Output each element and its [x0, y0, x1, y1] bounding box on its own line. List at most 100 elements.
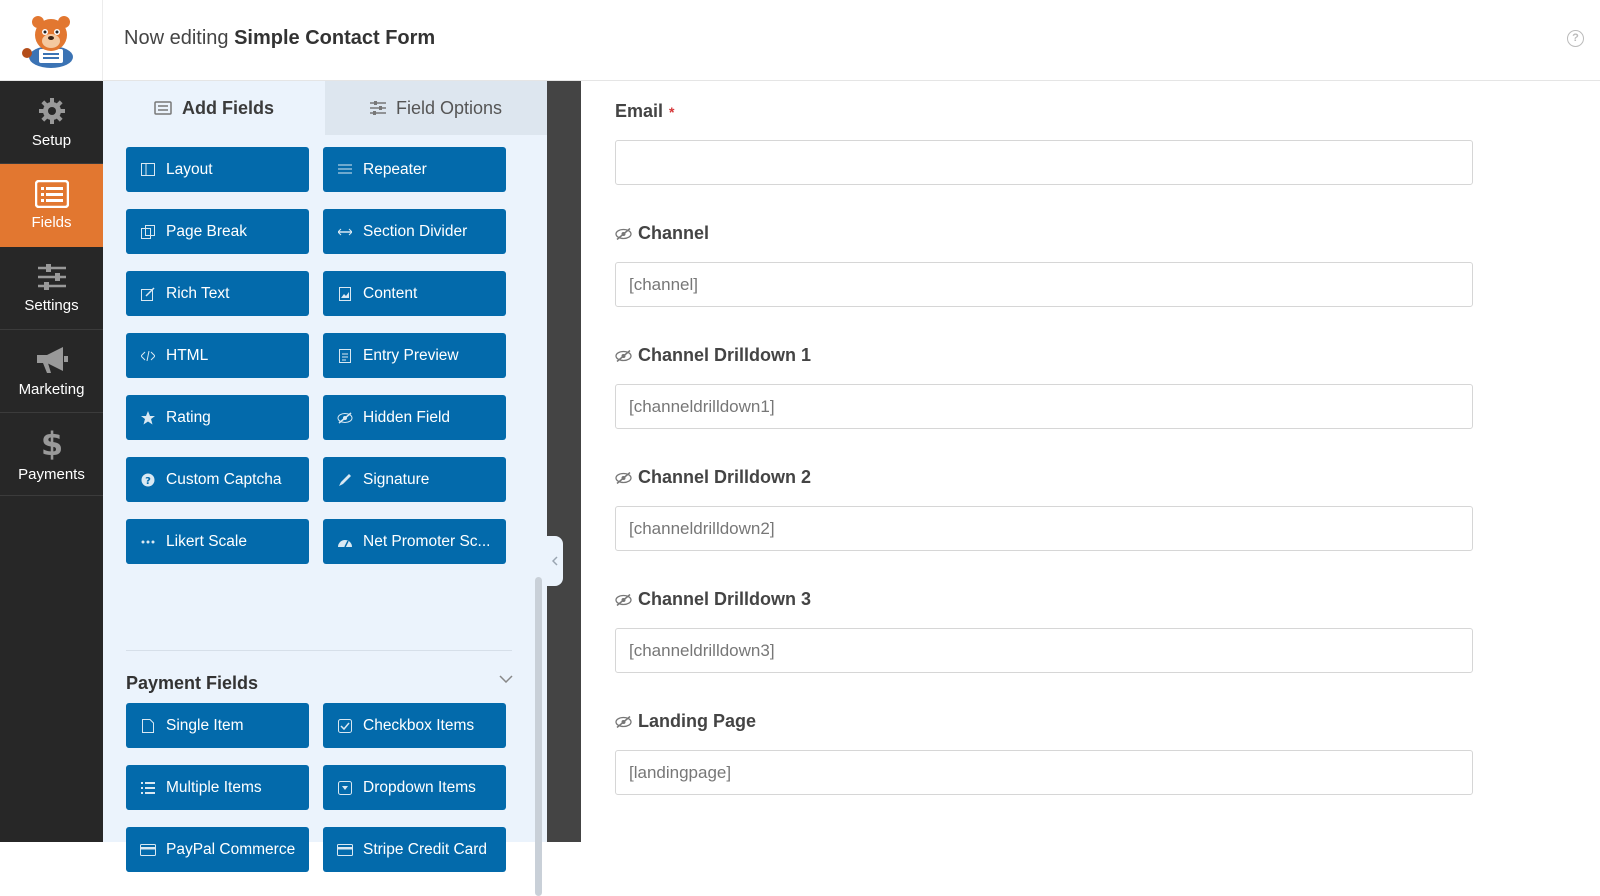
field-button-layout[interactable]: Layout [126, 147, 309, 192]
fields-panel: Add Fields Field Options Layout Repeater… [103, 81, 547, 896]
field-button-label: Multiple Items [166, 778, 262, 796]
panel-scrollbar[interactable] [535, 577, 542, 896]
channel-drilldown-2-field[interactable]: [channeldrilldown2] [615, 506, 1473, 551]
field-button-label: Repeater [363, 160, 427, 178]
field-button-rich-text[interactable]: Rich Text [126, 271, 309, 316]
fields-icon [34, 179, 69, 208]
checkbox-icon [337, 718, 353, 733]
section-divider-icon [337, 228, 353, 236]
nav-payments[interactable]: $ Payments [0, 413, 103, 496]
field-button-custom-captcha[interactable]: ? Custom Captcha [126, 457, 309, 502]
field-button-paypal-commerce[interactable]: PayPal Commerce [126, 827, 309, 872]
gauge-icon [337, 536, 353, 548]
field-button-rating[interactable]: Rating [126, 395, 309, 440]
field-button-html[interactable]: HTML [126, 333, 309, 378]
tab-add-fields[interactable]: Add Fields [103, 81, 325, 135]
section-divider [126, 650, 512, 651]
field-button-likert-scale[interactable]: Likert Scale [126, 519, 309, 564]
field-label-text: Channel [638, 223, 710, 243]
svg-text:$: $ [41, 426, 63, 460]
pen-icon [337, 473, 353, 487]
channel-drilldown-1-label[interactable]: Channel Drilldown 1 [615, 345, 811, 366]
field-value: [channeldrilldown3] [629, 640, 775, 660]
field-button-repeater[interactable]: Repeater [323, 147, 506, 192]
channel-drilldown-2-label[interactable]: Channel Drilldown 2 [615, 467, 811, 488]
list-icon [140, 781, 156, 794]
nav-marketing[interactable]: Marketing [0, 330, 103, 413]
field-value: [landingpage] [629, 762, 732, 782]
wpforms-logo[interactable] [0, 0, 103, 81]
nav-label: Setup [31, 131, 72, 149]
channel-drilldown-3-label[interactable]: Channel Drilldown 3 [615, 589, 811, 610]
nav-settings[interactable]: Settings [0, 247, 103, 330]
field-button-label: Net Promoter Sc... [363, 532, 491, 550]
panel-tabs: Add Fields Field Options [103, 81, 547, 135]
field-button-label: Dropdown Items [363, 778, 476, 796]
field-button-label: HTML [166, 346, 209, 364]
content-icon [337, 286, 353, 301]
chevron-down-icon[interactable] [499, 675, 513, 683]
email-label[interactable]: Email * [615, 101, 674, 122]
list-icon [154, 101, 172, 115]
field-button-signature[interactable]: Signature [323, 457, 506, 502]
entry-preview-icon [337, 348, 353, 363]
field-value: [channeldrilldown2] [629, 518, 775, 538]
tab-field-options[interactable]: Field Options [325, 81, 547, 135]
landing-page-label[interactable]: Landing Page [615, 711, 756, 732]
ellipsis-icon [140, 540, 156, 544]
field-button-label: Signature [363, 470, 430, 488]
field-button-label: Likert Scale [166, 532, 247, 550]
field-button-single-item[interactable]: Single Item [126, 703, 309, 748]
nav-fields[interactable]: Fields [0, 164, 103, 247]
form-preview: Email * Channel [channel] Channel Drilld… [581, 81, 1600, 842]
card-icon [140, 843, 156, 856]
tab-label: Add Fields [181, 97, 274, 118]
field-button-label: Hidden Field [363, 408, 451, 426]
file-icon [140, 718, 156, 733]
nav-label: Fields [31, 213, 72, 231]
field-button-stripe-credit-card[interactable]: Stripe Credit Card [323, 827, 506, 872]
landing-page-field[interactable]: [landingpage] [615, 750, 1473, 795]
tab-label: Field Options [395, 97, 503, 118]
channel-drilldown-1-field[interactable]: [channeldrilldown1] [615, 384, 1473, 429]
page-break-icon [140, 224, 156, 239]
eye-slash-icon [615, 715, 632, 728]
field-button-net-promoter-score[interactable]: Net Promoter Sc... [323, 519, 506, 564]
rich-text-icon [140, 286, 156, 301]
panel-gutter [547, 81, 581, 842]
builder-sidebar: Setup Fields Settings Marketing $ Paymen… [0, 81, 103, 842]
field-label-text: Email [615, 101, 664, 121]
megaphone-icon [36, 346, 68, 373]
eye-slash-icon [615, 471, 632, 484]
channel-drilldown-3-field[interactable]: [channeldrilldown3] [615, 628, 1473, 673]
field-button-dropdown-items[interactable]: Dropdown Items [323, 765, 506, 810]
channel-field[interactable]: [channel] [615, 262, 1473, 307]
field-button-checkbox-items[interactable]: Checkbox Items [323, 703, 506, 748]
field-button-label: Content [363, 284, 418, 302]
field-button-hidden-field[interactable]: Hidden Field [323, 395, 506, 440]
layout-icon [140, 163, 156, 176]
dollar-icon: $ [41, 426, 63, 460]
field-button-label: Single Item [166, 716, 244, 734]
eye-slash-icon [615, 593, 632, 606]
page-title: Now editing Simple Contact Form [124, 27, 435, 50]
email-field[interactable] [615, 140, 1473, 185]
card-icon [337, 843, 353, 856]
collapse-panel-button[interactable] [547, 536, 563, 586]
payment-fields-heading[interactable]: Payment Fields [126, 673, 258, 694]
field-button-label: Stripe Credit Card [363, 840, 488, 858]
nav-setup[interactable]: Setup [0, 81, 103, 164]
field-button-entry-preview[interactable]: Entry Preview [323, 333, 506, 378]
field-label-text: Channel Drilldown 2 [638, 467, 812, 487]
help-icon[interactable]: ? [1567, 30, 1584, 47]
fields-list: Layout Repeater Page Break Section Divid… [103, 135, 547, 896]
field-button-content[interactable]: Content [323, 271, 506, 316]
field-button-section-divider[interactable]: Section Divider [323, 209, 506, 254]
star-icon [140, 410, 156, 425]
field-button-label: Checkbox Items [363, 716, 475, 734]
nav-label: Settings [24, 296, 79, 314]
eye-slash-icon [615, 349, 632, 362]
field-button-multiple-items[interactable]: Multiple Items [126, 765, 309, 810]
channel-label[interactable]: Channel [615, 223, 709, 244]
field-button-page-break[interactable]: Page Break [126, 209, 309, 254]
